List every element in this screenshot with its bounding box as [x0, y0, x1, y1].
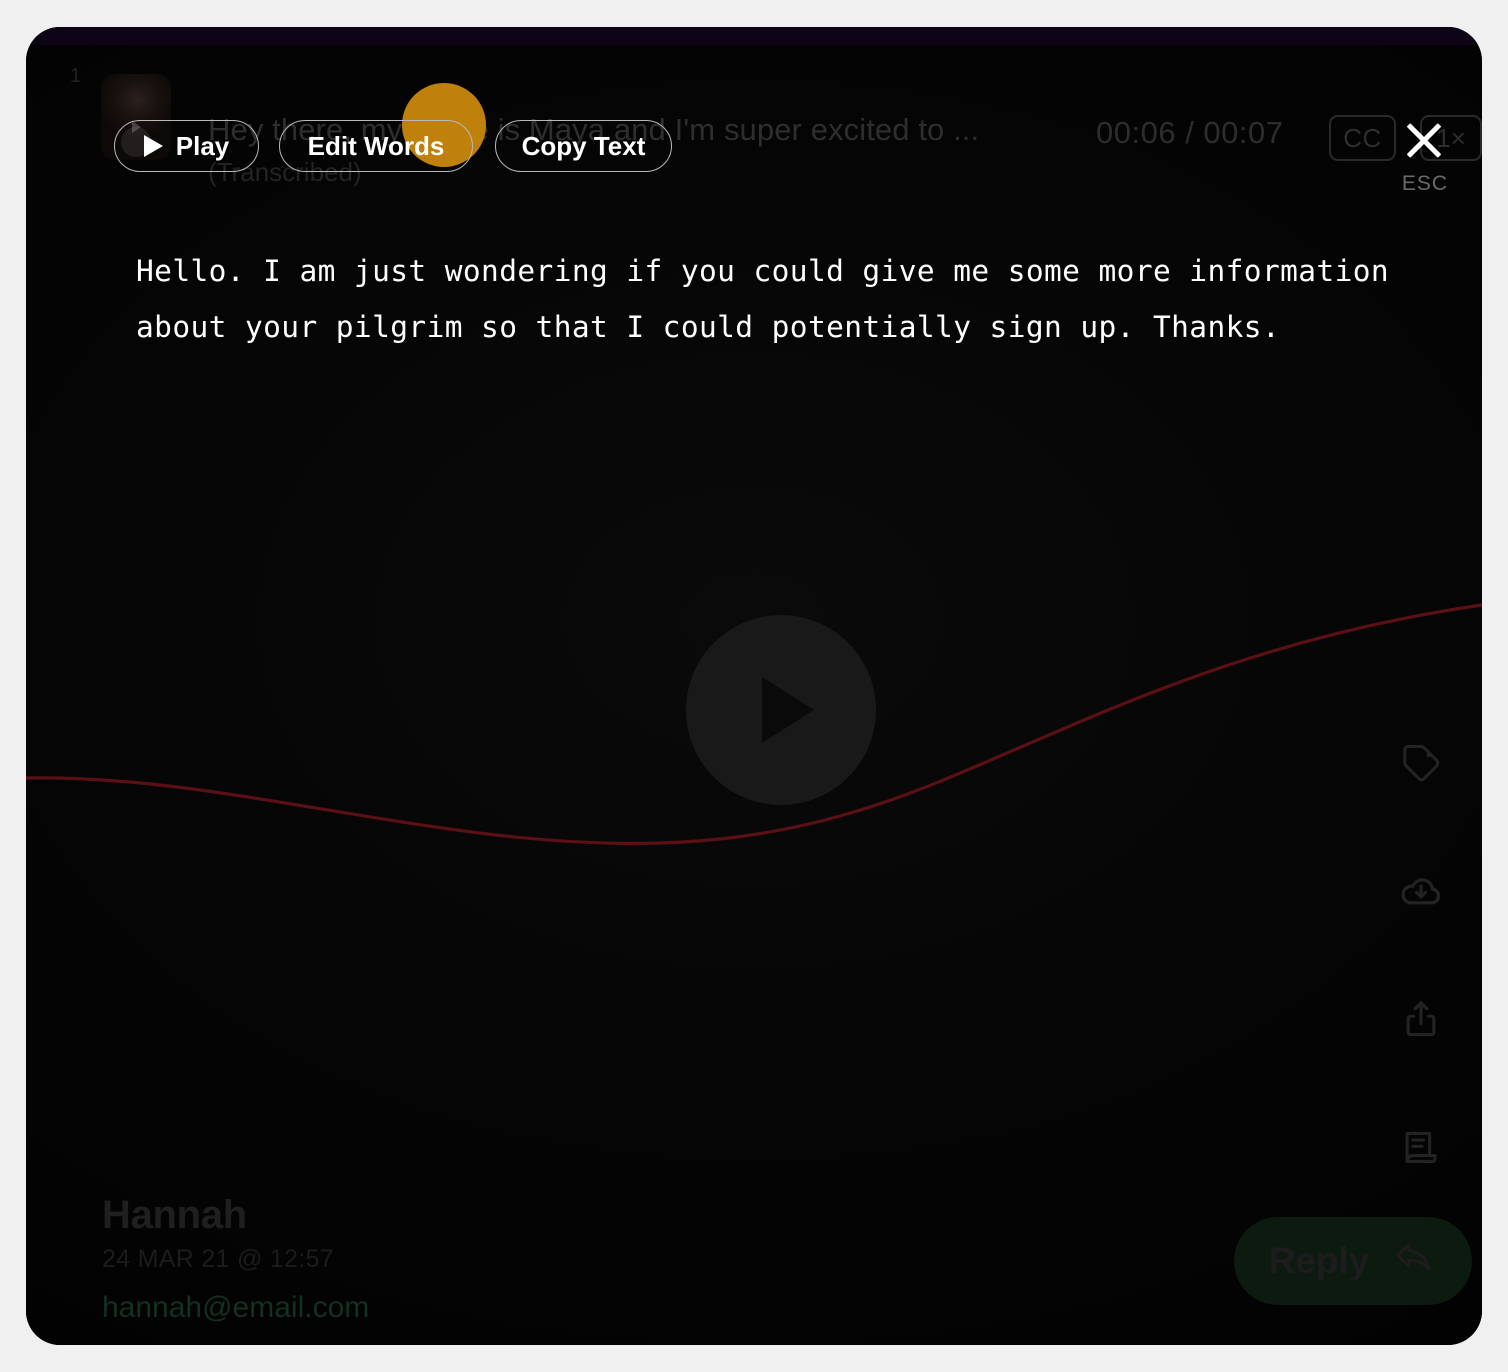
play-button-label: Play [175, 130, 230, 161]
edit-words-button[interactable]: Edit Words [279, 120, 473, 172]
copy-text-button-label: Copy Text [521, 130, 646, 161]
screen-root: 1 Hey there, my name is Maya and I'm sup… [0, 0, 1508, 1372]
esc-shortcut-label: ESC [1401, 172, 1449, 195]
play-triangle-icon [143, 135, 163, 157]
action-rail [1394, 699, 1448, 1211]
copy-text-button[interactable]: Copy Text [495, 120, 672, 172]
contact-date: 24 MAR 21 @ 12:57 [102, 1245, 334, 1273]
playback-time-display: 00:06 / 00:07 [1096, 115, 1284, 150]
message-detail-panel: 1 Hey there, my name is Maya and I'm sup… [26, 27, 1482, 1345]
reply-arrow-icon [1391, 1239, 1437, 1284]
contact-name: Hannah [102, 1193, 247, 1237]
share-icon[interactable] [1394, 955, 1448, 1083]
reply-button[interactable]: Reply [1234, 1217, 1472, 1305]
contact-email[interactable]: hannah@email.com [102, 1291, 369, 1325]
tag-icon[interactable] [1394, 699, 1448, 827]
edit-words-button-label: Edit Words [307, 130, 445, 161]
transcript-icon[interactable] [1394, 1083, 1448, 1211]
close-x-icon[interactable] [1401, 117, 1447, 163]
underlying-message-view: 1 Hey there, my name is Maya and I'm sup… [26, 27, 1482, 1345]
play-button[interactable]: Play [114, 120, 259, 172]
center-play-button[interactable] [686, 615, 876, 805]
transcript-text: Hello. I am just wondering if you could … [136, 254, 1408, 344]
reply-button-label: Reply [1268, 1240, 1370, 1281]
message-index: 1 [70, 65, 82, 87]
play-triangle-icon [762, 677, 814, 743]
cloud-download-icon[interactable] [1394, 827, 1448, 955]
cc-button[interactable]: CC [1329, 115, 1396, 161]
